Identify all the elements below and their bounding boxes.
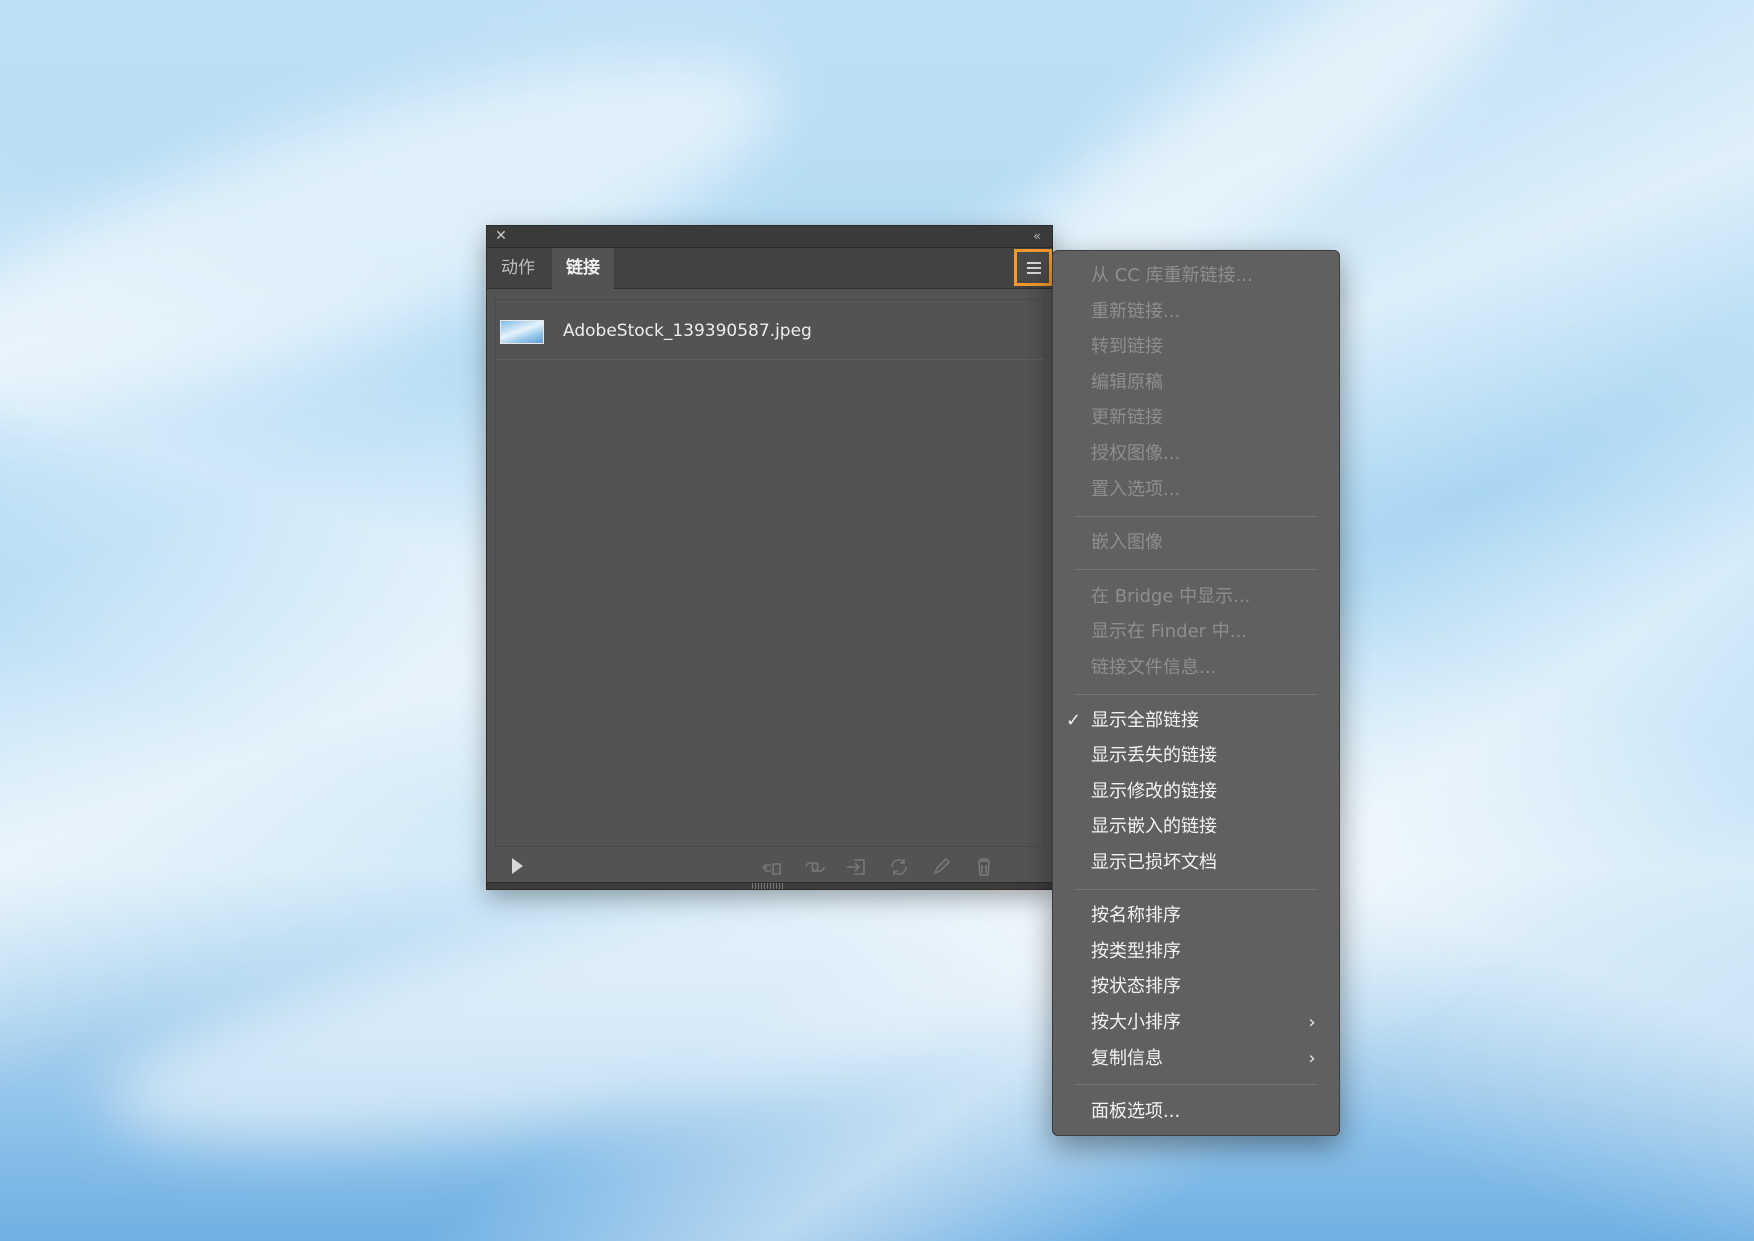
panel-menu-button[interactable]: [1014, 249, 1052, 286]
delete-icon[interactable]: [971, 856, 997, 878]
update-link-icon[interactable]: [886, 856, 912, 878]
menu-item-sort-by-size[interactable]: 按大小排序: [1091, 1008, 1181, 1038]
menu-item-update-link: 更新链接: [1091, 407, 1163, 428]
menu-separator: [1075, 569, 1317, 570]
link-filename: AdobeStock_139390587.jpeg: [563, 321, 812, 341]
menu-separator: [1075, 1084, 1317, 1085]
panel-toolbar: [487, 848, 1052, 884]
links-list: AdobeStock_139390587.jpeg: [495, 299, 1045, 847]
menu-item-sort-by-name[interactable]: 按名称排序: [1091, 901, 1181, 931]
chevron-right-icon: ›: [1308, 1012, 1316, 1033]
menu-separator: [1075, 889, 1317, 890]
menu-item-show-broken-documents[interactable]: 显示已损坏文档: [1091, 848, 1217, 878]
menu-item-reveal-in-finder: 显示在 Finder 中...: [1091, 621, 1247, 642]
menu-item-embed-image: 嵌入图像: [1091, 532, 1163, 553]
panel-resize-bar[interactable]: [487, 882, 1052, 889]
menu-item-relink-from-cc: 从 CC 库重新链接...: [1091, 265, 1253, 286]
collapse-icon[interactable]: ‹‹: [1028, 228, 1044, 244]
menu-item-placement-options: 置入选项...: [1091, 479, 1181, 500]
resize-grip[interactable]: [752, 883, 784, 889]
menu-item-edit-original: 编辑原稿: [1091, 372, 1163, 393]
menu-item-show-all-links[interactable]: 显示全部链接: [1091, 706, 1199, 736]
tab-actions[interactable]: 动作: [487, 248, 549, 288]
menu-item-reveal-in-bridge: 在 Bridge 中显示...: [1091, 586, 1251, 607]
hamburger-icon: [1027, 262, 1041, 264]
link-thumbnail: [500, 320, 544, 344]
menu-item-sort-by-type[interactable]: 按类型排序: [1091, 937, 1181, 967]
menu-item-sort-by-status[interactable]: 按状态排序: [1091, 972, 1181, 1002]
menu-item-panel-options[interactable]: 面板选项...: [1091, 1097, 1180, 1127]
checkmark-icon: ✓: [1066, 710, 1082, 731]
list-item[interactable]: AdobeStock_139390587.jpeg: [496, 300, 1044, 360]
menu-item-show-missing-links[interactable]: 显示丢失的链接: [1091, 741, 1217, 771]
menu-item-show-embedded-links[interactable]: 显示嵌入的链接: [1091, 812, 1217, 842]
chevron-right-icon: ›: [1308, 1048, 1316, 1069]
hamburger-icon-bar: [1027, 272, 1041, 274]
menu-item-link-file-info: 链接文件信息...: [1091, 657, 1217, 678]
menu-item-copy-info[interactable]: 复制信息: [1091, 1044, 1163, 1074]
panel-context-menu: 从 CC 库重新链接... 重新链接... 转到链接 编辑原稿 更新链接 授权图…: [1052, 250, 1340, 1136]
menu-item-show-modified-links[interactable]: 显示修改的链接: [1091, 777, 1217, 807]
menu-separator: [1075, 694, 1317, 695]
relink-icon[interactable]: [802, 856, 828, 878]
panel-titlebar: ✕ ‹‹: [487, 226, 1052, 248]
links-panel: ✕ ‹‹ 动作 链接 AdobeStock_139390587.jpeg: [487, 226, 1052, 889]
tab-links[interactable]: 链接: [552, 248, 614, 289]
edit-original-icon[interactable]: [928, 856, 954, 878]
menu-item-go-to-link: 转到链接: [1091, 336, 1163, 357]
play-icon[interactable]: [512, 858, 523, 874]
hamburger-icon-bar: [1027, 267, 1041, 269]
go-to-link-icon[interactable]: [844, 856, 870, 878]
menu-item-relink: 重新链接...: [1091, 301, 1181, 322]
menu-item-license-image: 授权图像...: [1091, 443, 1181, 464]
panel-tabbar: 动作 链接: [487, 248, 1052, 289]
close-icon[interactable]: ✕: [493, 228, 509, 244]
relink-from-cc-icon[interactable]: [760, 856, 786, 878]
menu-separator: [1075, 516, 1317, 517]
